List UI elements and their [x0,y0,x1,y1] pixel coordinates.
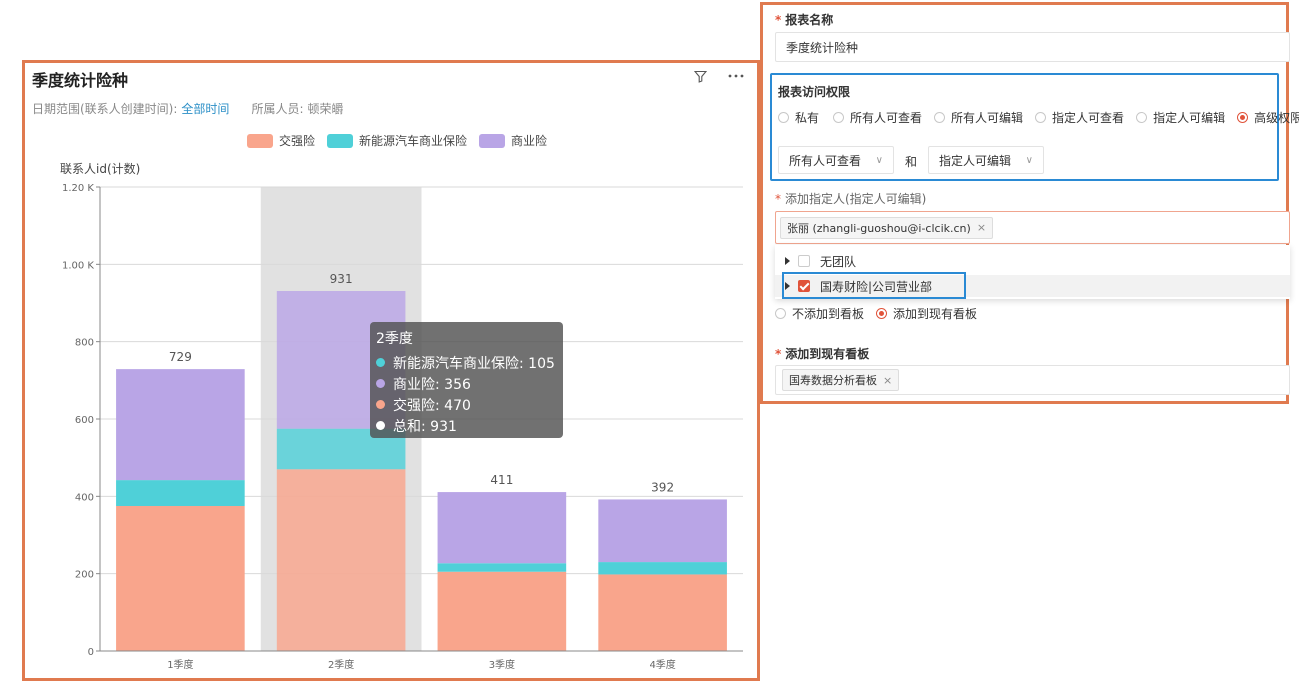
radio-circle-checked [876,308,888,319]
bar-segment [116,480,245,506]
y-tick-label: 600 [75,415,94,426]
access-radio-group: 私有 所有人可查看 所有人可编辑 指定人可查看 指定人可编辑 高级权限 [778,109,1299,126]
tooltip-row: 商业险: 356 [376,373,557,394]
radio-label: 指定人可查看 [1052,111,1125,125]
bar-segment [598,562,727,575]
bar-segment [116,369,245,481]
tooltip-dot [376,358,385,367]
required-mark: * [775,192,781,206]
close-icon[interactable]: × [883,374,892,387]
radio-label: 所有人可查看 [850,111,923,125]
radio-label: 指定人可编辑 [1153,111,1226,125]
tooltip-row-label: 总和: 931 [393,418,457,435]
existing-board-label: * 添加到现有看板 [775,345,869,362]
radio-circle [1035,112,1047,123]
radio-circle [1136,112,1148,123]
tree-item-label: 无团队 [820,254,857,269]
tooltip-dot [376,400,385,409]
board-tag: 国寿数据分析看板 × [782,369,900,391]
radio-existing-dashboard[interactable]: 添加到现有看板 [876,305,977,322]
close-icon[interactable]: × [977,221,986,234]
tooltip-row: 新能源汽车商业保险: 105 [376,352,557,373]
x-tick-label: 4季度 [649,658,675,671]
x-tick-label: 2季度 [328,658,354,671]
chart-panel: 季度统计险种 日期范围(联系人创建时间): 全部时间 所属人员: 顿荣皭 交强险… [22,60,760,681]
y-tick-label: 1.00 K [62,260,94,271]
required-mark: * [775,13,782,27]
report-form-panel: * 报表名称 季度统计险种 报表访问权限 私有 所有人可查看 所有人可编辑 指定人… [760,2,1299,404]
tooltip-title: 2季度 [376,331,413,347]
bar-segment [116,506,245,651]
radio-specified-edit[interactable]: 指定人可编辑 [1136,109,1225,126]
radio-label: 所有人可编辑 [951,111,1024,125]
radio-circle [775,308,786,319]
tree-item-no-team[interactable]: 无团队 [775,250,1290,272]
access-permission-label: 报表访问权限 [778,85,851,99]
tooltip-row: 交强险: 470 [376,394,557,415]
y-tick-label: 1.20 K [62,183,94,194]
and-text: 和 [905,155,918,169]
person-tag: 张丽 (zhangli-guoshou@i-clcik.cn) × [780,216,994,239]
radio-all-edit[interactable]: 所有人可编辑 [934,109,1023,126]
radio-private[interactable]: 私有 [778,109,819,126]
radio-label: 添加到现有看板 [893,307,978,321]
tooltip-row-label: 交强险: 470 [393,397,471,414]
tooltip-dot [376,379,385,388]
existing-board-label-text: 添加到现有看板 [785,347,870,361]
x-tick-label: 3季度 [489,658,515,671]
add-person-label: * 添加指定人(指定人可编辑) [775,190,926,207]
chart-tooltip: 2季度 新能源汽车商业保险: 105 商业险: 356 交强险: 470 总和:… [370,322,563,438]
bar-segment [437,492,567,564]
y-tick-label: 800 [75,338,94,349]
tooltip-row-label: 新能源汽车商业保险: 105 [393,355,555,372]
highlight-annotation-box [782,272,966,299]
tooltip-row-label: 商业险: 356 [393,376,471,393]
bar-total-label: 729 [169,350,192,364]
y-tick-label: 400 [75,492,94,503]
radio-circle [934,112,946,123]
tooltip-dot [376,421,385,430]
dashboard-radio-group: 不添加到看板 添加到现有看板 [775,305,977,322]
radio-advanced[interactable]: 高级权限 [1237,109,1299,126]
edit-permission-select[interactable]: 指定人可编辑 ∨ [928,146,1044,174]
required-mark: * [775,347,782,361]
report-name-input[interactable]: 季度统计险种 [775,32,1290,62]
chevron-down-icon: ∨ [875,154,883,166]
select-value: 所有人可查看 [789,153,862,168]
bar-segment [276,469,406,651]
radio-no-dashboard[interactable]: 不添加到看板 [775,305,864,322]
bar-segment [598,499,727,563]
bar-segment [437,563,567,572]
bar-total-label: 392 [651,480,674,494]
radio-circle-checked [1237,112,1249,123]
add-person-label-text: 添加指定人(指定人可编辑) [785,192,927,206]
y-tick-label: 0 [88,647,94,658]
radio-label: 高级权限 [1254,111,1299,125]
radio-circle [778,112,789,123]
select-value: 指定人可编辑 [939,153,1012,168]
tag-label: 张丽 (zhangli-guoshou@i-clcik.cn) [787,221,971,235]
bar-total-label: 411 [490,473,513,487]
radio-specified-view[interactable]: 指定人可查看 [1035,109,1124,126]
radio-label: 私有 [795,111,820,125]
bar-segment [598,574,727,651]
radio-label: 不添加到看板 [792,307,865,321]
board-select-input[interactable]: 国寿数据分析看板 × [775,365,1290,395]
report-name-label: * 报表名称 [775,11,833,28]
view-permission-select[interactable]: 所有人可查看 ∨ [778,146,894,174]
radio-all-view[interactable]: 所有人可查看 [833,109,922,126]
y-tick-label: 200 [75,570,94,581]
access-permission-box: 报表访问权限 私有 所有人可查看 所有人可编辑 指定人可查看 指定人可编辑 高级… [770,73,1299,181]
bar-segment [437,571,567,651]
caret-right-icon[interactable] [785,257,790,265]
checkbox[interactable] [798,255,810,267]
radio-circle [833,112,845,123]
bar-total-label: 931 [330,272,353,286]
x-tick-label: 1季度 [167,658,193,671]
tag-label: 国寿数据分析看板 [789,374,877,387]
person-select-input[interactable]: 张丽 (zhangli-guoshou@i-clcik.cn) × [775,211,1290,244]
tooltip-row: 总和: 931 [376,415,557,436]
chevron-down-icon: ∨ [1025,154,1033,166]
report-name-label-text: 报表名称 [785,13,834,27]
